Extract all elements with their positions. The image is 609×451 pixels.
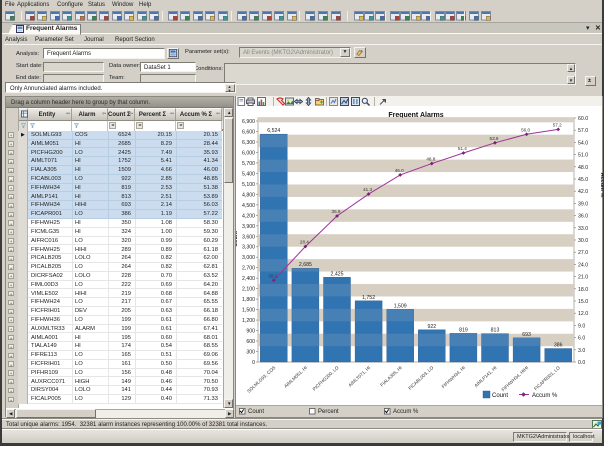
svg-text:3,000: 3,000 (242, 255, 255, 261)
svg-text:1,509: 1,509 (394, 303, 407, 309)
svg-text:4,800: 4,800 (242, 192, 255, 198)
svg-text:819: 819 (459, 327, 468, 333)
svg-text:15.0: 15.0 (578, 299, 588, 305)
svg-text:300: 300 (246, 350, 255, 356)
svg-text:813: 813 (491, 328, 500, 334)
svg-text:5,700: 5,700 (242, 161, 255, 167)
svg-text:AIMLM051, HI: AIMLM051, HI (283, 365, 308, 389)
svg-text:36.0: 36.0 (578, 214, 588, 220)
svg-text:6,300: 6,300 (242, 140, 255, 146)
svg-text:4,500: 4,500 (242, 203, 255, 209)
svg-text:1,752: 1,752 (362, 295, 375, 301)
svg-text:5,400: 5,400 (242, 171, 255, 177)
svg-text:9.0: 9.0 (578, 323, 585, 329)
svg-text:30.0: 30.0 (578, 238, 588, 244)
svg-text:FICABL003, LO: FICABL003, LO (407, 365, 434, 391)
svg-text:2,100: 2,100 (242, 287, 255, 293)
svg-text:5,100: 5,100 (242, 182, 255, 188)
svg-text:Count: Count (236, 231, 239, 247)
svg-text:21.0: 21.0 (578, 275, 588, 281)
svg-text:FIFHWH34, HIHI: FIFHWH34, HIHI (500, 365, 529, 392)
svg-text:SOLMLG93, COS: SOLMLG93, COS (246, 365, 276, 394)
svg-text:900: 900 (246, 329, 255, 335)
svg-text:6,900: 6,900 (242, 119, 255, 125)
svg-text:Accum %: Accum % (599, 173, 603, 198)
svg-text:12.0: 12.0 (578, 311, 588, 317)
svg-text:27.0: 27.0 (578, 250, 588, 256)
svg-text:48.0: 48.0 (578, 165, 588, 171)
svg-text:6,600: 6,600 (242, 129, 255, 135)
svg-text:Accum %: Accum % (532, 393, 558, 399)
svg-text:922: 922 (427, 324, 436, 330)
svg-text:FIALA305, HI: FIALA305, HI (379, 365, 403, 387)
svg-text:24.0: 24.0 (578, 262, 588, 268)
svg-text:18.0: 18.0 (578, 287, 588, 293)
svg-text:57.2: 57.2 (553, 122, 562, 127)
svg-text:1,800: 1,800 (242, 297, 255, 303)
svg-text:2,685: 2,685 (299, 262, 312, 268)
svg-text:AIMLT071, HI: AIMLT071, HI (347, 365, 371, 388)
svg-text:4,200: 4,200 (242, 213, 255, 219)
svg-text:PICFHG200, LO: PICFHG200, LO (312, 365, 340, 392)
svg-text:AIMLP141, HI: AIMLP141, HI (473, 365, 497, 388)
svg-text:57.0: 57.0 (578, 128, 588, 134)
svg-text:56.0: 56.0 (521, 127, 530, 132)
svg-text:3.0: 3.0 (578, 348, 585, 354)
svg-text:2,700: 2,700 (242, 266, 255, 272)
svg-text:693: 693 (522, 332, 531, 338)
svg-text:53.9: 53.9 (490, 136, 499, 141)
svg-text:FIFHWH34, HI: FIFHWH34, HI (441, 365, 466, 389)
svg-text:42.0: 42.0 (578, 189, 588, 195)
svg-text:41.3: 41.3 (363, 187, 372, 192)
svg-text:FICAPR001, LO: FICAPR001, LO (533, 365, 561, 392)
svg-text:600: 600 (246, 339, 255, 345)
svg-text:48.8: 48.8 (426, 157, 435, 162)
svg-text:3,900: 3,900 (242, 224, 255, 230)
svg-text:51.4: 51.4 (458, 146, 467, 151)
svg-text:28.4: 28.4 (300, 240, 309, 245)
svg-text:51.0: 51.0 (578, 153, 588, 159)
svg-text:Count: Count (492, 393, 508, 399)
svg-text:6.0: 6.0 (578, 336, 585, 342)
svg-text:39.0: 39.0 (578, 201, 588, 207)
svg-text:1,200: 1,200 (242, 318, 255, 324)
svg-text:2,400: 2,400 (242, 276, 255, 282)
svg-text:2,425: 2,425 (331, 271, 344, 277)
svg-text:33.0: 33.0 (578, 226, 588, 232)
svg-text:6,000: 6,000 (242, 150, 255, 156)
svg-text:3,300: 3,300 (242, 245, 255, 251)
svg-text:3,600: 3,600 (242, 234, 255, 240)
svg-text:0: 0 (252, 360, 255, 366)
svg-text:20.1: 20.1 (268, 273, 277, 278)
svg-text:60.0: 60.0 (578, 116, 588, 122)
svg-text:54.0: 54.0 (578, 140, 588, 146)
svg-text:386: 386 (554, 343, 563, 349)
svg-text:45.0: 45.0 (578, 177, 588, 183)
svg-text:6,524: 6,524 (267, 128, 280, 134)
svg-text:46.0: 46.0 (395, 168, 404, 173)
svg-text:0.0: 0.0 (578, 360, 585, 366)
svg-text:35.9: 35.9 (332, 209, 341, 214)
svg-text:1,500: 1,500 (242, 308, 255, 314)
